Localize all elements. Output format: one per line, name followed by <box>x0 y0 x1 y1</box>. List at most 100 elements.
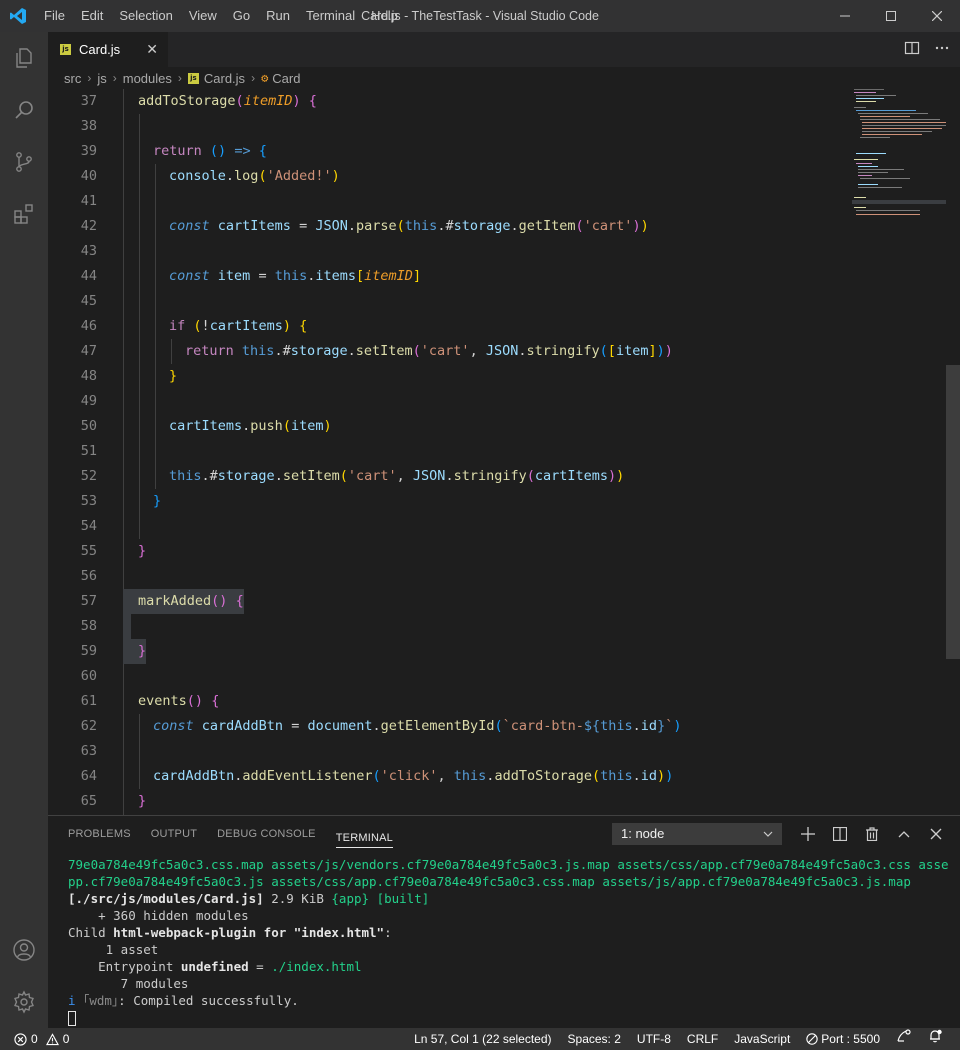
maximize-panel-chevron-up-icon[interactable] <box>888 816 920 852</box>
menu-run[interactable]: Run <box>258 0 298 32</box>
breadcrumb-src[interactable]: src <box>64 71 81 86</box>
line-number: 49 <box>80 393 97 409</box>
terminal-line: 79e0a784e49fc5a0c3.css.map assets/js/ven… <box>68 857 948 872</box>
line-number: 64 <box>80 768 97 784</box>
menu-go[interactable]: Go <box>225 0 258 32</box>
line-number: 55 <box>80 543 97 559</box>
tab-output[interactable]: OUTPUT <box>151 816 197 852</box>
terminal-output[interactable]: 79e0a784e49fc5a0c3.css.map assets/js/ven… <box>68 856 948 1026</box>
status-right: Ln 57, Col 1 (22 selected) Spaces: 2 UTF… <box>406 1028 950 1050</box>
kill-terminal-trash-icon[interactable] <box>856 816 888 852</box>
error-count: 0 <box>31 1032 38 1046</box>
more-actions-icon[interactable] <box>934 40 950 60</box>
menu-view[interactable]: View <box>181 0 225 32</box>
code-text: cartItems.push(item) <box>169 418 332 434</box>
explorer-icon[interactable] <box>0 32 48 84</box>
split-terminal-icon[interactable] <box>824 816 856 852</box>
code-line: 42 const cartItems = JSON.parse(this.#sto… <box>48 214 848 239</box>
tab-label: Card.js <box>79 42 121 57</box>
code-line: 62 const cardAddBtn = document.getElement… <box>48 714 848 739</box>
error-icon <box>14 1032 27 1046</box>
code-text: if (!cartItems) { <box>169 318 308 334</box>
close-panel-icon[interactable] <box>920 816 952 852</box>
maximize-button[interactable] <box>868 0 914 32</box>
code-line: 40 console.log('Added!') <box>48 164 848 189</box>
code-text: console.log('Added!') <box>169 168 340 184</box>
code-text: } <box>153 493 162 509</box>
code-line: 41 <box>48 189 848 214</box>
line-number: 63 <box>80 743 97 759</box>
menu-terminal[interactable]: Terminal <box>298 0 363 32</box>
end-of-line[interactable]: CRLF <box>679 1028 726 1050</box>
extensions-icon[interactable] <box>0 188 48 240</box>
code-line: 58 <box>48 614 848 639</box>
breadcrumb: src › js › modules › js Card.js › ⚙ Card <box>48 67 960 89</box>
code-text: events() { <box>138 693 220 709</box>
menu-edit[interactable]: Edit <box>73 0 111 32</box>
code-line: 39 return () => { <box>48 139 848 164</box>
code-line: 46 if (!cartItems) { <box>48 314 848 339</box>
split-editor-icon[interactable] <box>904 40 920 60</box>
tab-card-js[interactable]: js Card.js ✕ <box>48 32 168 67</box>
live-server-port[interactable]: Port : 5500 <box>798 1028 888 1050</box>
js-file-icon: js <box>60 44 71 55</box>
code-line: 50 cartItems.push(item) <box>48 414 848 439</box>
line-number: 57 <box>80 593 97 609</box>
source-control-icon[interactable] <box>0 136 48 188</box>
port-label: Port : 5500 <box>821 1032 880 1046</box>
minimap[interactable] <box>852 89 948 815</box>
vscode-logo-icon <box>0 0 36 32</box>
terminal-select-value: 1: node <box>621 826 665 841</box>
title-bar: File Edit Selection View Go Run Terminal… <box>0 0 960 32</box>
line-number: 43 <box>80 243 97 259</box>
breadcrumb-js[interactable]: js <box>97 71 106 86</box>
code-line: 57 markAdded() { <box>48 589 848 614</box>
line-number: 51 <box>80 443 97 459</box>
menu-help[interactable]: Help <box>363 0 406 32</box>
class-symbol-icon: ⚙ <box>261 71 269 85</box>
terminal-select-dropdown[interactable]: 1: node <box>612 823 782 845</box>
breadcrumb-symbol[interactable]: Card <box>272 71 300 86</box>
search-icon[interactable] <box>0 84 48 136</box>
tab-terminal[interactable]: TERMINAL <box>335 820 393 848</box>
settings-gear-icon[interactable] <box>0 976 48 1028</box>
breadcrumb-modules[interactable]: modules <box>123 71 172 86</box>
line-number: 38 <box>80 118 97 134</box>
terminal-line: pp.cf79e0a784e49fc5a0c3.js assets/css/ap… <box>68 874 911 889</box>
close-window-button[interactable] <box>914 0 960 32</box>
tab-close-icon[interactable]: ✕ <box>146 41 158 58</box>
editor-scrollbar-thumb[interactable] <box>946 365 960 659</box>
chevron-right-icon: › <box>251 71 256 85</box>
panel-actions <box>792 816 952 852</box>
encoding[interactable]: UTF-8 <box>629 1028 679 1050</box>
code-line: 45 <box>48 289 848 314</box>
cursor-position[interactable]: Ln 57, Col 1 (22 selected) <box>406 1028 559 1050</box>
minimize-button[interactable] <box>822 0 868 32</box>
line-number: 59 <box>80 643 97 659</box>
code-text: const cardAddBtn = document.getElementBy… <box>153 718 682 734</box>
chevron-right-icon: › <box>177 71 182 85</box>
status-bar: 0 0 Ln 57, Col 1 (22 selected) Spaces: 2… <box>0 1028 960 1050</box>
terminal-line: 1 asset <box>68 942 159 957</box>
code-line: 63 <box>48 739 848 764</box>
menu-selection[interactable]: Selection <box>111 0 180 32</box>
account-icon[interactable] <box>0 924 48 976</box>
feedback-icon[interactable] <box>888 1028 920 1050</box>
terminal-cursor <box>68 1011 76 1026</box>
line-number: 58 <box>80 618 97 634</box>
notifications-bell-icon[interactable] <box>920 1028 950 1050</box>
problems-status[interactable]: 0 0 <box>14 1028 69 1050</box>
breadcrumb-file[interactable]: Card.js <box>204 71 245 86</box>
bottom-panel: PROBLEMS OUTPUT DEBUG CONSOLE TERMINAL 1… <box>48 815 960 1028</box>
code-line: 51 <box>48 439 848 464</box>
menu-file[interactable]: File <box>36 0 73 32</box>
tab-problems[interactable]: PROBLEMS <box>68 816 131 852</box>
warning-icon <box>45 1032 59 1045</box>
language-mode[interactable]: JavaScript <box>726 1028 798 1050</box>
code-editor[interactable]: 37 addToStorage(itemID) { 38 39 return () … <box>48 89 960 815</box>
new-terminal-icon[interactable] <box>792 816 824 852</box>
indentation[interactable]: Spaces: 2 <box>560 1028 629 1050</box>
line-number: 41 <box>80 193 97 209</box>
code-line: 56 <box>48 564 848 589</box>
tab-debug-console[interactable]: DEBUG CONSOLE <box>217 816 316 852</box>
